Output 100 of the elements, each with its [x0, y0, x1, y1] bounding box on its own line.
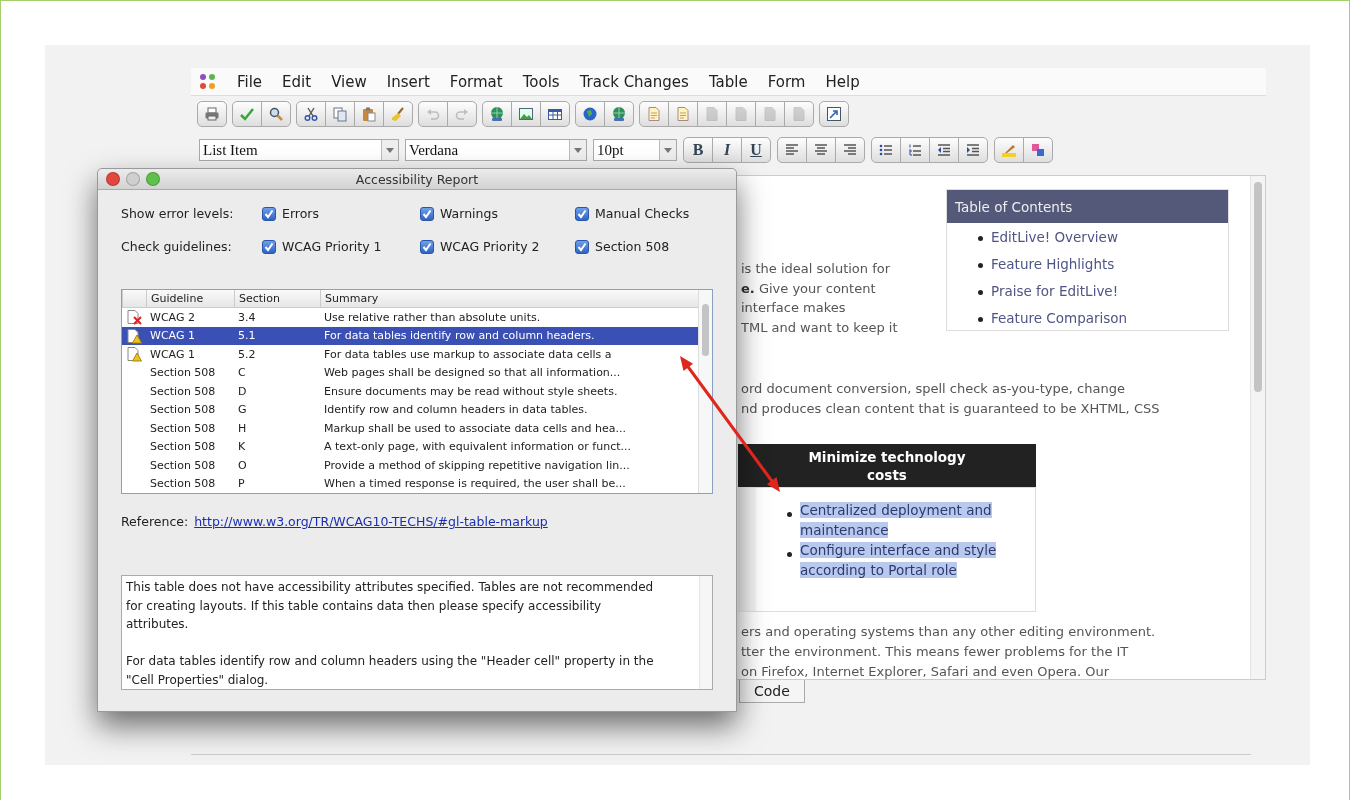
table-cell-text: 5.2	[237, 347, 257, 361]
toolbar-button[interactable]	[511, 101, 541, 127]
error-document-icon	[126, 309, 142, 326]
column-header[interactable]: Guideline	[146, 290, 234, 307]
checkbox[interactable]	[262, 206, 276, 221]
toc-link[interactable]: EditLive! Overview	[991, 229, 1118, 245]
bullet-icon	[978, 317, 983, 322]
table-row[interactable]: Section 508 H Markup shall be used to associate data cells and hea...	[122, 419, 698, 438]
globe-icon	[489, 106, 505, 122]
table-row[interactable]: Section 508 K A text-only page, with equivalent information or funct...	[122, 437, 698, 456]
toolbar-button[interactable]	[482, 101, 512, 127]
checkbox[interactable]	[420, 206, 434, 221]
checkbox[interactable]	[575, 206, 589, 221]
warning-document-icon	[126, 346, 142, 363]
font-dropdown[interactable]: Verdana	[405, 139, 587, 161]
checkbox-label: WCAG Priority 2	[440, 239, 540, 254]
dialog-title: Accessibility Report	[355, 171, 479, 187]
format-button[interactable]: I	[712, 137, 742, 163]
menu-item[interactable]: File	[237, 72, 263, 91]
table-cell-text: C	[237, 366, 247, 380]
body-text: ord document conversion, spell check as-you-type, change	[741, 380, 1126, 398]
maximize-button[interactable]	[146, 172, 160, 186]
toolbar-button[interactable]	[900, 137, 930, 163]
toolbar-button[interactable]	[354, 101, 384, 127]
caret-icon	[574, 147, 582, 153]
menu-item[interactable]: Help	[825, 72, 860, 91]
checkbox[interactable]	[262, 239, 276, 254]
toolbar-button[interactable]	[296, 101, 326, 127]
swatch-icon	[1030, 142, 1046, 158]
toolbar-button[interactable]	[777, 137, 807, 163]
app-logo-icon	[199, 72, 217, 91]
caret-icon	[386, 147, 394, 153]
menu-item[interactable]: Insert	[386, 72, 430, 91]
column-header[interactable]: Section	[234, 290, 320, 307]
list-item-text: Centralized deployment and maintenance	[800, 501, 993, 540]
table-header-text: Minimize technology costs	[807, 447, 967, 484]
warning-document-icon	[126, 327, 142, 344]
bullet-icon	[978, 263, 983, 268]
bullet-icon	[787, 512, 792, 517]
list-item-text: Configure interface and style according to Portal role	[800, 541, 998, 580]
indent-icon	[965, 142, 981, 158]
code-tab[interactable]: Code	[739, 680, 805, 703]
close-button[interactable]	[106, 172, 120, 186]
format-button[interactable]: B	[683, 137, 713, 163]
menu-item[interactable]: View	[331, 72, 367, 91]
table-cell-text: G	[237, 403, 248, 417]
table-cell-text: For data tables identify row and column headers.	[323, 329, 596, 343]
align-center-icon	[813, 142, 829, 158]
table-row[interactable]: WCAG 1 5.2 For data tables use markup to associate data cells a	[122, 345, 698, 364]
image-icon	[518, 106, 534, 122]
menu-item[interactable]: Form	[767, 72, 806, 91]
font-size-dropdown[interactable]: 10pt	[593, 139, 677, 161]
toolbar-button[interactable]	[575, 101, 605, 127]
table-cell-text: P	[237, 477, 246, 491]
table-row[interactable]: Section 508 C Web pages shall be designed so that all information...	[122, 363, 698, 382]
table-row[interactable]: WCAG 1 5.1 For data tables identify row and column headers.	[122, 326, 698, 345]
reference-link[interactable]: http://www.w3.org/TR/WCAG10-TECHS/#gl-table-markup	[194, 513, 548, 531]
toolbar-button[interactable]	[261, 101, 291, 127]
checkbox[interactable]	[420, 239, 434, 254]
table-row[interactable]: WCAG 2 3.4 Use relative rather than absolute units.	[122, 308, 698, 327]
toolbar-button[interactable]	[871, 137, 901, 163]
undo-icon	[425, 106, 441, 122]
table-row[interactable]: Section 508 G Identify row and column headers in data tables.	[122, 400, 698, 419]
page-icon	[762, 106, 778, 122]
toolbar-button[interactable]	[929, 137, 959, 163]
table-cell-text: H	[237, 421, 248, 435]
menu-item[interactable]: Table	[708, 72, 748, 91]
table-row[interactable]: Section 508 D Ensure documents may be read without style sheets.	[122, 382, 698, 401]
table-icon	[547, 106, 563, 122]
format-button[interactable]: U	[741, 137, 771, 163]
toolbar-button[interactable]	[604, 101, 634, 127]
toolbar-button[interactable]	[819, 101, 849, 127]
menu-item[interactable]: Edit	[282, 72, 312, 91]
toolbar-button[interactable]	[806, 137, 836, 163]
toolbar-button[interactable]	[958, 137, 988, 163]
toolbar-button[interactable]	[835, 137, 865, 163]
toc-link[interactable]: Feature Comparison	[991, 310, 1128, 326]
checkbox-label: Errors	[282, 206, 319, 221]
scrollbar-thumb[interactable]	[1254, 182, 1262, 392]
menu-item[interactable]: Tools	[522, 72, 560, 91]
table-cell-text: When a timed response is required, the user shall be...	[323, 477, 627, 491]
checkbox[interactable]	[575, 239, 589, 254]
menu-item[interactable]: Format	[449, 72, 503, 91]
page-icon	[704, 106, 720, 122]
toolbar-button[interactable]	[1023, 137, 1053, 163]
menu-item[interactable]: Track Changes	[579, 72, 689, 91]
bullet-icon	[978, 290, 983, 295]
toolbar-button[interactable]	[197, 101, 227, 127]
table-row[interactable]: Section 508 O Provide a method of skipping repetitive navigation lin...	[122, 456, 698, 475]
paragraph-style-dropdown[interactable]: List Item	[199, 139, 399, 161]
align-left-icon	[784, 142, 800, 158]
table-cell-text: O	[237, 458, 248, 472]
table-cell-text: Section 508	[149, 477, 217, 491]
table-cell-text: Section 508	[149, 440, 217, 454]
toc-link[interactable]: Feature Highlights	[991, 256, 1115, 272]
table-row[interactable]: Section 508 P When a timed response is required, the user shall be...	[122, 474, 698, 493]
scrollbar-thumb[interactable]	[702, 304, 709, 356]
field-label: Check guidelines:	[121, 239, 233, 254]
toc-link[interactable]: Praise for EditLive!	[991, 283, 1119, 299]
toolbar-button[interactable]	[540, 101, 570, 127]
